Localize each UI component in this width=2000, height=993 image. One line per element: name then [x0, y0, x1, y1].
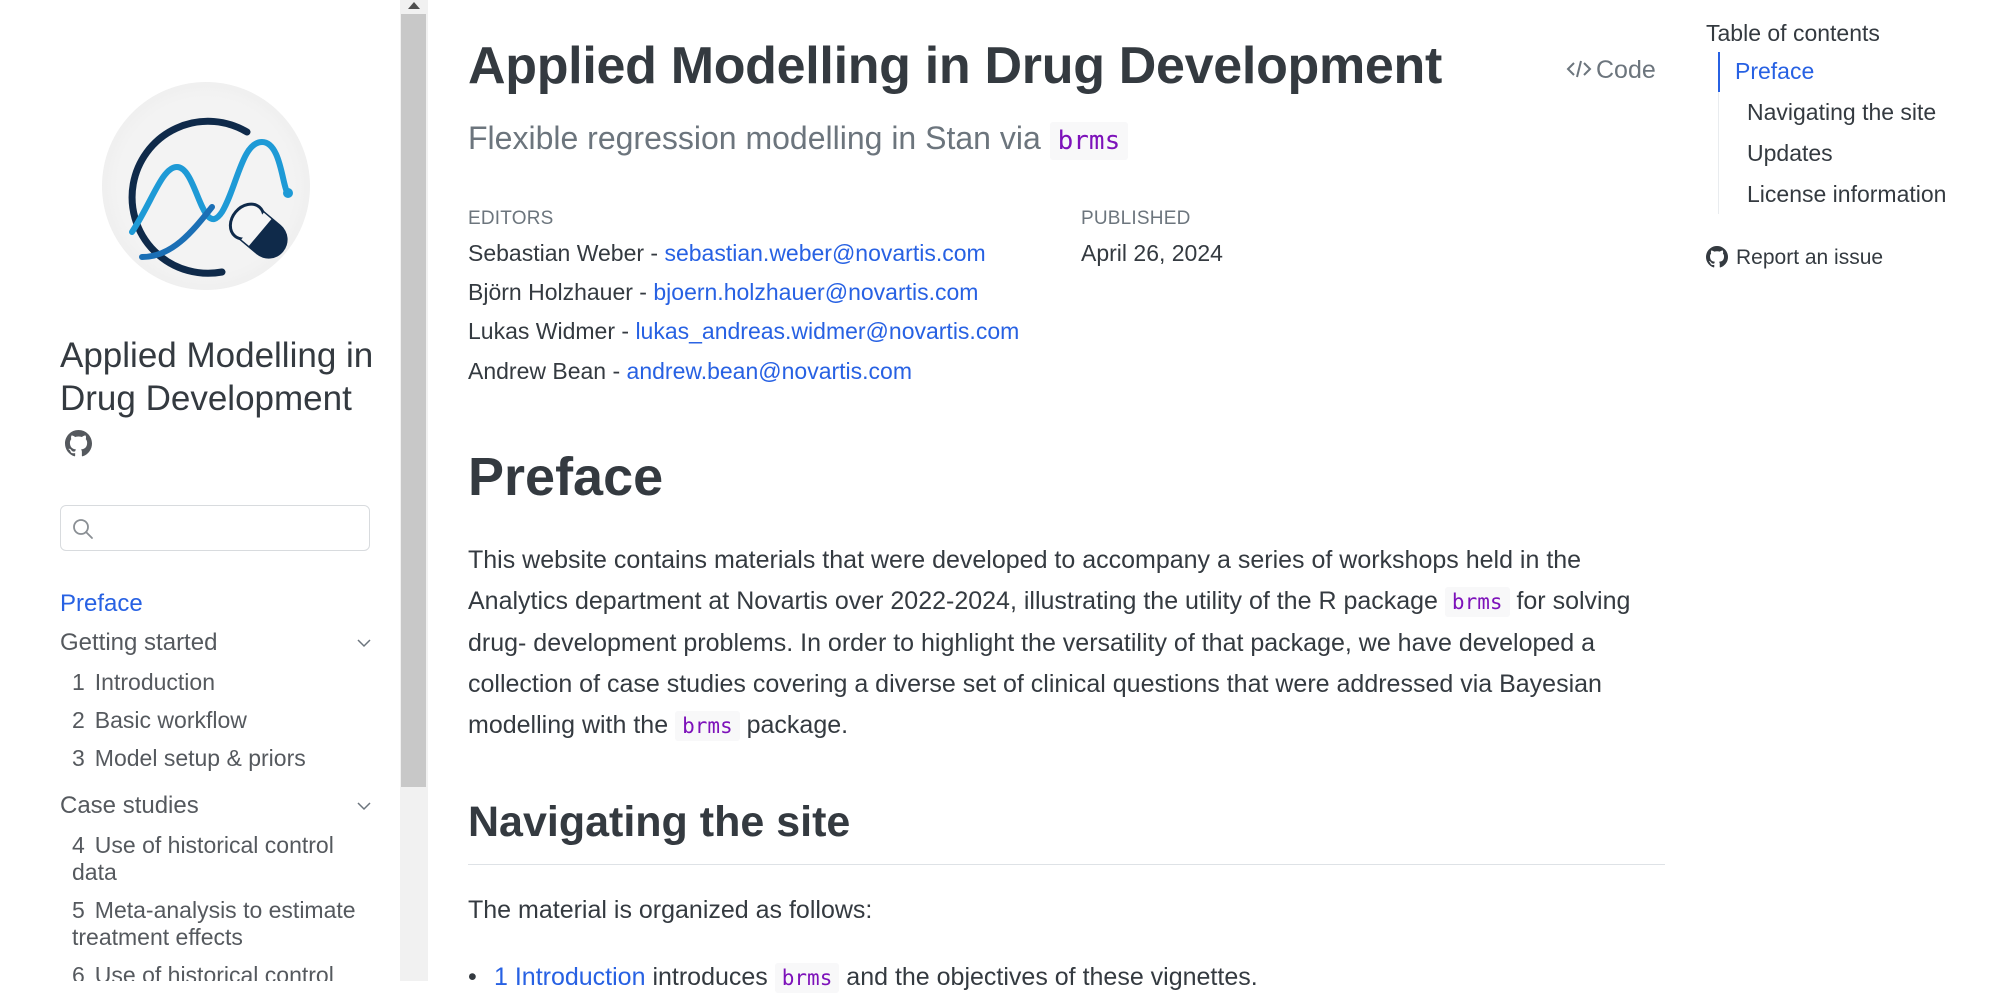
separator: -	[606, 358, 627, 384]
search-icon	[73, 519, 93, 539]
published-date: April 26, 2024	[1081, 240, 1223, 266]
navigating-intro: The material is organized as follows:	[468, 896, 873, 924]
preface-paragraph: This website contains materials that wer…	[468, 540, 1668, 747]
inline-code: brms	[1444, 587, 1510, 617]
editor-name: Björn Holzhauer	[468, 279, 633, 305]
sidebar-section-getting-started[interactable]: Getting started	[60, 629, 217, 656]
list-text: and the objectives of these vignettes.	[846, 963, 1258, 991]
list-item: 1 Introduction introduces brms and the o…	[468, 963, 1258, 993]
sidebar-section-case-studies[interactable]: Case studies	[60, 792, 199, 819]
sidebar-item-introduction[interactable]: 1 Introduction	[72, 669, 372, 696]
chevron-down-icon[interactable]	[355, 797, 373, 815]
editor-name: Sebastian Weber	[468, 240, 645, 266]
github-icon	[1706, 246, 1728, 268]
code-icon	[1566, 60, 1592, 78]
paragraph-text: This website contains materials that wer…	[468, 546, 1582, 615]
subtitle-text: Flexible regression modelling in Stan vi…	[468, 120, 1041, 156]
sidebar-title[interactable]: Applied Modelling in Drug Development	[60, 334, 380, 420]
editor-line: Björn Holzhauer - bjoern.holzhauer@novar…	[468, 279, 978, 306]
editor-name: Andrew Bean	[468, 358, 607, 384]
chapter-number: 5	[72, 897, 85, 923]
scroll-up-arrow-icon[interactable]	[400, 0, 428, 14]
github-link[interactable]	[65, 430, 92, 457]
report-issue-link[interactable]: Report an issue	[1706, 246, 1883, 270]
chapter-label: Meta-analysis to estimate treatment effe…	[72, 897, 356, 950]
site-logo[interactable]	[102, 82, 310, 290]
heading-divider	[468, 864, 1665, 865]
sidebar-item-meta-analysis[interactable]: 5 Meta-analysis to estimate treatment eff…	[72, 897, 372, 951]
search-box[interactable]	[60, 505, 370, 551]
page-subtitle: Flexible regression modelling in Stan vi…	[468, 120, 1129, 160]
sidebar-item-basic-workflow[interactable]: 2 Basic workflow	[72, 707, 372, 734]
sidebar-scrollbar[interactable]	[400, 0, 428, 981]
scrollbar-thumb[interactable]	[401, 14, 426, 787]
separator: -	[614, 318, 636, 344]
editor-line: Lukas Widmer - lukas_andreas.widmer@nova…	[468, 318, 1019, 345]
toc-active-indicator	[1718, 52, 1720, 92]
subtitle-code: brms	[1049, 122, 1129, 160]
editor-name: Lukas Widmer	[468, 318, 615, 344]
code-button-label: Code	[1596, 56, 1656, 84]
sidebar: Applied Modelling in Drug Development Pr…	[0, 0, 400, 981]
separator: -	[632, 279, 654, 305]
sidebar-item-model-setup[interactable]: 3 Model setup & priors	[72, 745, 372, 772]
chapter-number: 6	[72, 962, 85, 981]
github-icon	[65, 430, 92, 457]
paragraph-text: package.	[746, 711, 849, 739]
editor-email-link[interactable]: sebastian.weber@novartis.com	[664, 240, 985, 266]
sidebar-item-preface[interactable]: Preface	[60, 590, 143, 617]
preface-heading: Preface	[468, 447, 664, 507]
toc-item-preface[interactable]: Preface	[1735, 58, 1814, 85]
chapter-label: Basic workflow	[94, 707, 247, 733]
page-title: Applied Modelling in Drug Development	[468, 37, 1443, 95]
chapter-label: Introduction	[94, 669, 215, 695]
chapter-number: 2	[72, 707, 85, 733]
table-of-contents: Preface Navigating the site Updates Lice…	[1718, 52, 1979, 214]
toc-item-updates[interactable]: Updates	[1747, 140, 1833, 167]
toc-title: Table of contents	[1706, 20, 1880, 46]
introduction-link[interactable]: 1 Introduction	[494, 963, 646, 991]
editor-email-link[interactable]: lukas_andreas.widmer@novartis.com	[635, 318, 1019, 344]
sidebar-item-historical-control-2[interactable]: 6 Use of historical control	[72, 962, 372, 981]
logo-icon	[128, 117, 293, 277]
inline-code: brms	[675, 711, 740, 741]
sidebar-item-historical-control[interactable]: 4 Use of historical control data	[72, 832, 372, 886]
search-input[interactable]	[101, 512, 365, 546]
chapter-label: Use of historical control	[94, 962, 334, 981]
toc-item-license-information[interactable]: License information	[1747, 181, 1946, 208]
chapter-number: 3	[72, 745, 85, 771]
editor-email-link[interactable]: bjoern.holzhauer@novartis.com	[653, 279, 978, 305]
list-text: introduces	[652, 963, 768, 991]
editor-line: Andrew Bean - andrew.bean@novartis.com	[468, 358, 912, 385]
chapter-number: 4	[72, 832, 85, 858]
separator: -	[644, 240, 665, 266]
editor-line: Sebastian Weber - sebastian.weber@novart…	[468, 240, 986, 267]
chapter-number: 1	[72, 669, 85, 695]
editors-label: EDITORS	[468, 208, 554, 229]
navigating-heading: Navigating the site	[468, 798, 851, 846]
toc-item-navigating-the-site[interactable]: Navigating the site	[1747, 99, 1936, 126]
inline-code: brms	[774, 963, 840, 993]
editor-email-link[interactable]: andrew.bean@novartis.com	[627, 358, 912, 384]
code-button[interactable]: Code	[1566, 56, 1656, 85]
chevron-down-icon[interactable]	[355, 634, 373, 652]
report-issue-label: Report an issue	[1736, 246, 1884, 269]
published-label: PUBLISHED	[1081, 208, 1191, 229]
chapter-label: Model setup & priors	[94, 745, 306, 771]
chapter-label: Use of historical control data	[72, 832, 334, 885]
